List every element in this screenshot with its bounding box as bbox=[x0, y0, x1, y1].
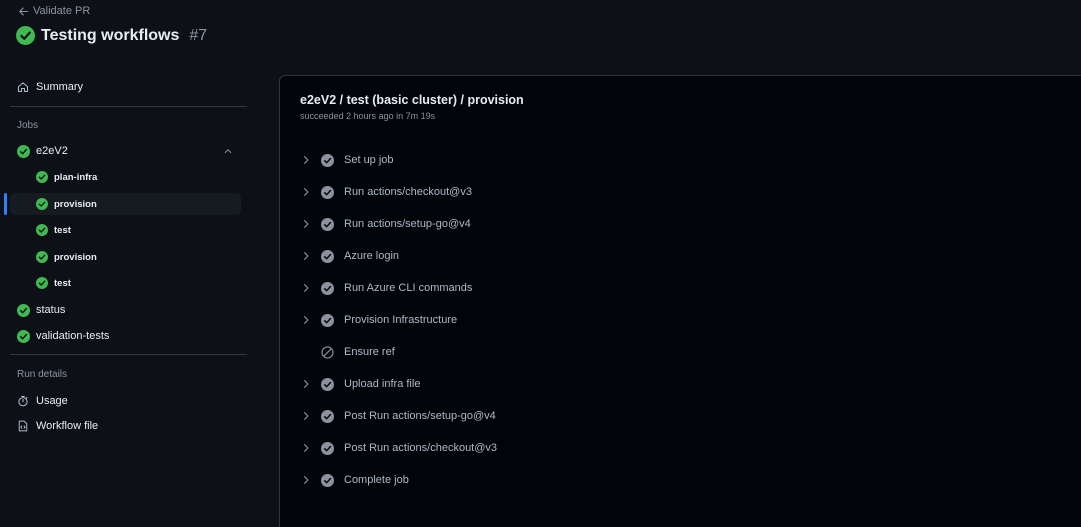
run-number: #7 bbox=[189, 26, 208, 44]
sidebar-divider bbox=[10, 106, 247, 107]
success-check-icon bbox=[17, 144, 30, 158]
chevron-up-icon[interactable] bbox=[223, 146, 233, 156]
stopwatch-icon bbox=[18, 395, 28, 407]
job-label: validation-tests bbox=[36, 330, 110, 342]
job-label: test bbox=[54, 277, 71, 289]
step-label: Provision Infrastructure bbox=[344, 314, 458, 326]
step-label: Upload infra file bbox=[344, 378, 421, 390]
job-log-panel: e2eV2 / test (basic cluster) / provision… bbox=[279, 75, 1081, 527]
step-row[interactable]: Run Azure CLI commands bbox=[300, 276, 1060, 300]
sidebar-item-label: Usage bbox=[36, 395, 68, 407]
step-label: Set up job bbox=[344, 154, 394, 166]
step-row[interactable]: Run actions/setup-go@v4 bbox=[300, 212, 1060, 236]
success-check-icon bbox=[17, 303, 30, 317]
chevron-right-icon[interactable] bbox=[300, 282, 312, 294]
step-check-icon bbox=[321, 409, 334, 423]
step-check-icon bbox=[321, 313, 334, 327]
sidebar-item-summary[interactable]: Summary bbox=[10, 77, 248, 97]
step-row[interactable]: Azure login bbox=[300, 244, 1060, 268]
sidebar-divider bbox=[10, 354, 247, 355]
chevron-right-icon[interactable] bbox=[300, 314, 312, 326]
step-label: Run Azure CLI commands bbox=[344, 282, 473, 294]
run-details-heading: Run details bbox=[17, 369, 68, 380]
step-label: Post Run actions/setup-go@v4 bbox=[344, 410, 496, 422]
arrow-left-icon bbox=[19, 7, 29, 15]
sidebar-job-item[interactable]: test bbox=[10, 272, 241, 294]
step-row[interactable]: Run actions/checkout@v3 bbox=[300, 180, 1060, 204]
sidebar-item-workflow-file[interactable]: Workflow file bbox=[10, 416, 241, 436]
job-label: provision bbox=[54, 198, 97, 210]
sidebar-job-item[interactable]: validation-tests bbox=[10, 325, 241, 347]
step-check-icon bbox=[321, 473, 334, 487]
job-label: e2eV2 bbox=[36, 145, 68, 157]
sidebar-job-item[interactable]: provision bbox=[10, 193, 241, 215]
success-check-icon bbox=[16, 26, 35, 45]
step-label: Run actions/setup-go@v4 bbox=[344, 218, 471, 230]
back-link[interactable]: Validate PR bbox=[18, 5, 90, 17]
step-label: Ensure ref bbox=[344, 346, 395, 358]
step-check-icon bbox=[321, 153, 334, 167]
sidebar-job-item[interactable]: provision bbox=[10, 246, 241, 268]
success-check-icon bbox=[36, 251, 48, 263]
sidebar-job-item[interactable]: test bbox=[10, 219, 241, 241]
home-icon bbox=[17, 82, 29, 93]
step-label: Post Run actions/checkout@v3 bbox=[344, 442, 498, 454]
file-code-icon bbox=[18, 420, 28, 432]
success-check-icon bbox=[36, 198, 48, 210]
step-row: Ensure ref bbox=[300, 340, 1060, 364]
sidebar-item-usage[interactable]: Usage bbox=[10, 391, 241, 411]
chevron-right-icon[interactable] bbox=[300, 186, 312, 198]
sidebar-item-label: Summary bbox=[36, 81, 84, 93]
success-check-icon bbox=[36, 224, 48, 236]
job-label: plan-infra bbox=[54, 171, 98, 183]
job-header: e2eV2 / test (basic cluster) / provision… bbox=[300, 93, 524, 121]
chevron-right-icon[interactable] bbox=[300, 378, 312, 390]
step-label: Azure login bbox=[344, 250, 400, 262]
sidebar-item-label: Workflow file bbox=[36, 420, 99, 432]
step-label: Complete job bbox=[344, 474, 409, 486]
chevron-right-icon[interactable] bbox=[300, 218, 312, 230]
success-check-icon bbox=[36, 277, 48, 289]
step-row[interactable]: Complete job bbox=[300, 468, 1060, 492]
step-row[interactable]: Set up job bbox=[300, 148, 1060, 172]
chevron-right-icon[interactable] bbox=[300, 154, 312, 166]
job-label: test bbox=[54, 224, 71, 236]
chevron-right-icon[interactable] bbox=[300, 442, 312, 454]
step-label: Run actions/checkout@v3 bbox=[344, 186, 472, 198]
step-row[interactable]: Post Run actions/setup-go@v4 bbox=[300, 404, 1060, 428]
step-check-icon bbox=[321, 377, 334, 391]
jobs-heading: Jobs bbox=[17, 120, 39, 131]
job-title: e2eV2 / test (basic cluster) / provision bbox=[300, 93, 524, 107]
sidebar-job-item[interactable]: status bbox=[10, 299, 241, 321]
page-title: Testing workflows #7 bbox=[16, 26, 207, 45]
back-link-label: Validate PR bbox=[33, 5, 91, 17]
step-check-icon bbox=[321, 281, 334, 295]
step-check-icon bbox=[321, 217, 334, 231]
step-check-icon bbox=[321, 441, 334, 455]
sidebar-job-item[interactable]: e2eV2 bbox=[10, 140, 241, 162]
step-row[interactable]: Upload infra file bbox=[300, 372, 1060, 396]
step-row[interactable]: Provision Infrastructure bbox=[300, 308, 1060, 332]
job-label: status bbox=[36, 304, 66, 316]
job-status-text: succeeded 2 hours ago in 7m 19s bbox=[300, 111, 436, 121]
skipped-icon bbox=[321, 345, 334, 359]
success-check-icon bbox=[36, 171, 48, 183]
success-check-icon bbox=[17, 329, 30, 343]
step-check-icon bbox=[321, 249, 334, 263]
workflow-run-page: Validate PR Testing workflows #7 Summary… bbox=[0, 0, 1081, 527]
sidebar-job-item[interactable]: plan-infra bbox=[10, 166, 241, 188]
step-check-icon bbox=[321, 185, 334, 199]
selected-indicator bbox=[4, 193, 7, 215]
step-row[interactable]: Post Run actions/checkout@v3 bbox=[300, 436, 1060, 460]
chevron-right-icon[interactable] bbox=[300, 474, 312, 486]
chevron-right-icon[interactable] bbox=[300, 250, 312, 262]
workflow-title: Testing workflows bbox=[41, 26, 180, 44]
chevron-right-icon[interactable] bbox=[300, 410, 312, 422]
job-label: provision bbox=[54, 251, 97, 263]
